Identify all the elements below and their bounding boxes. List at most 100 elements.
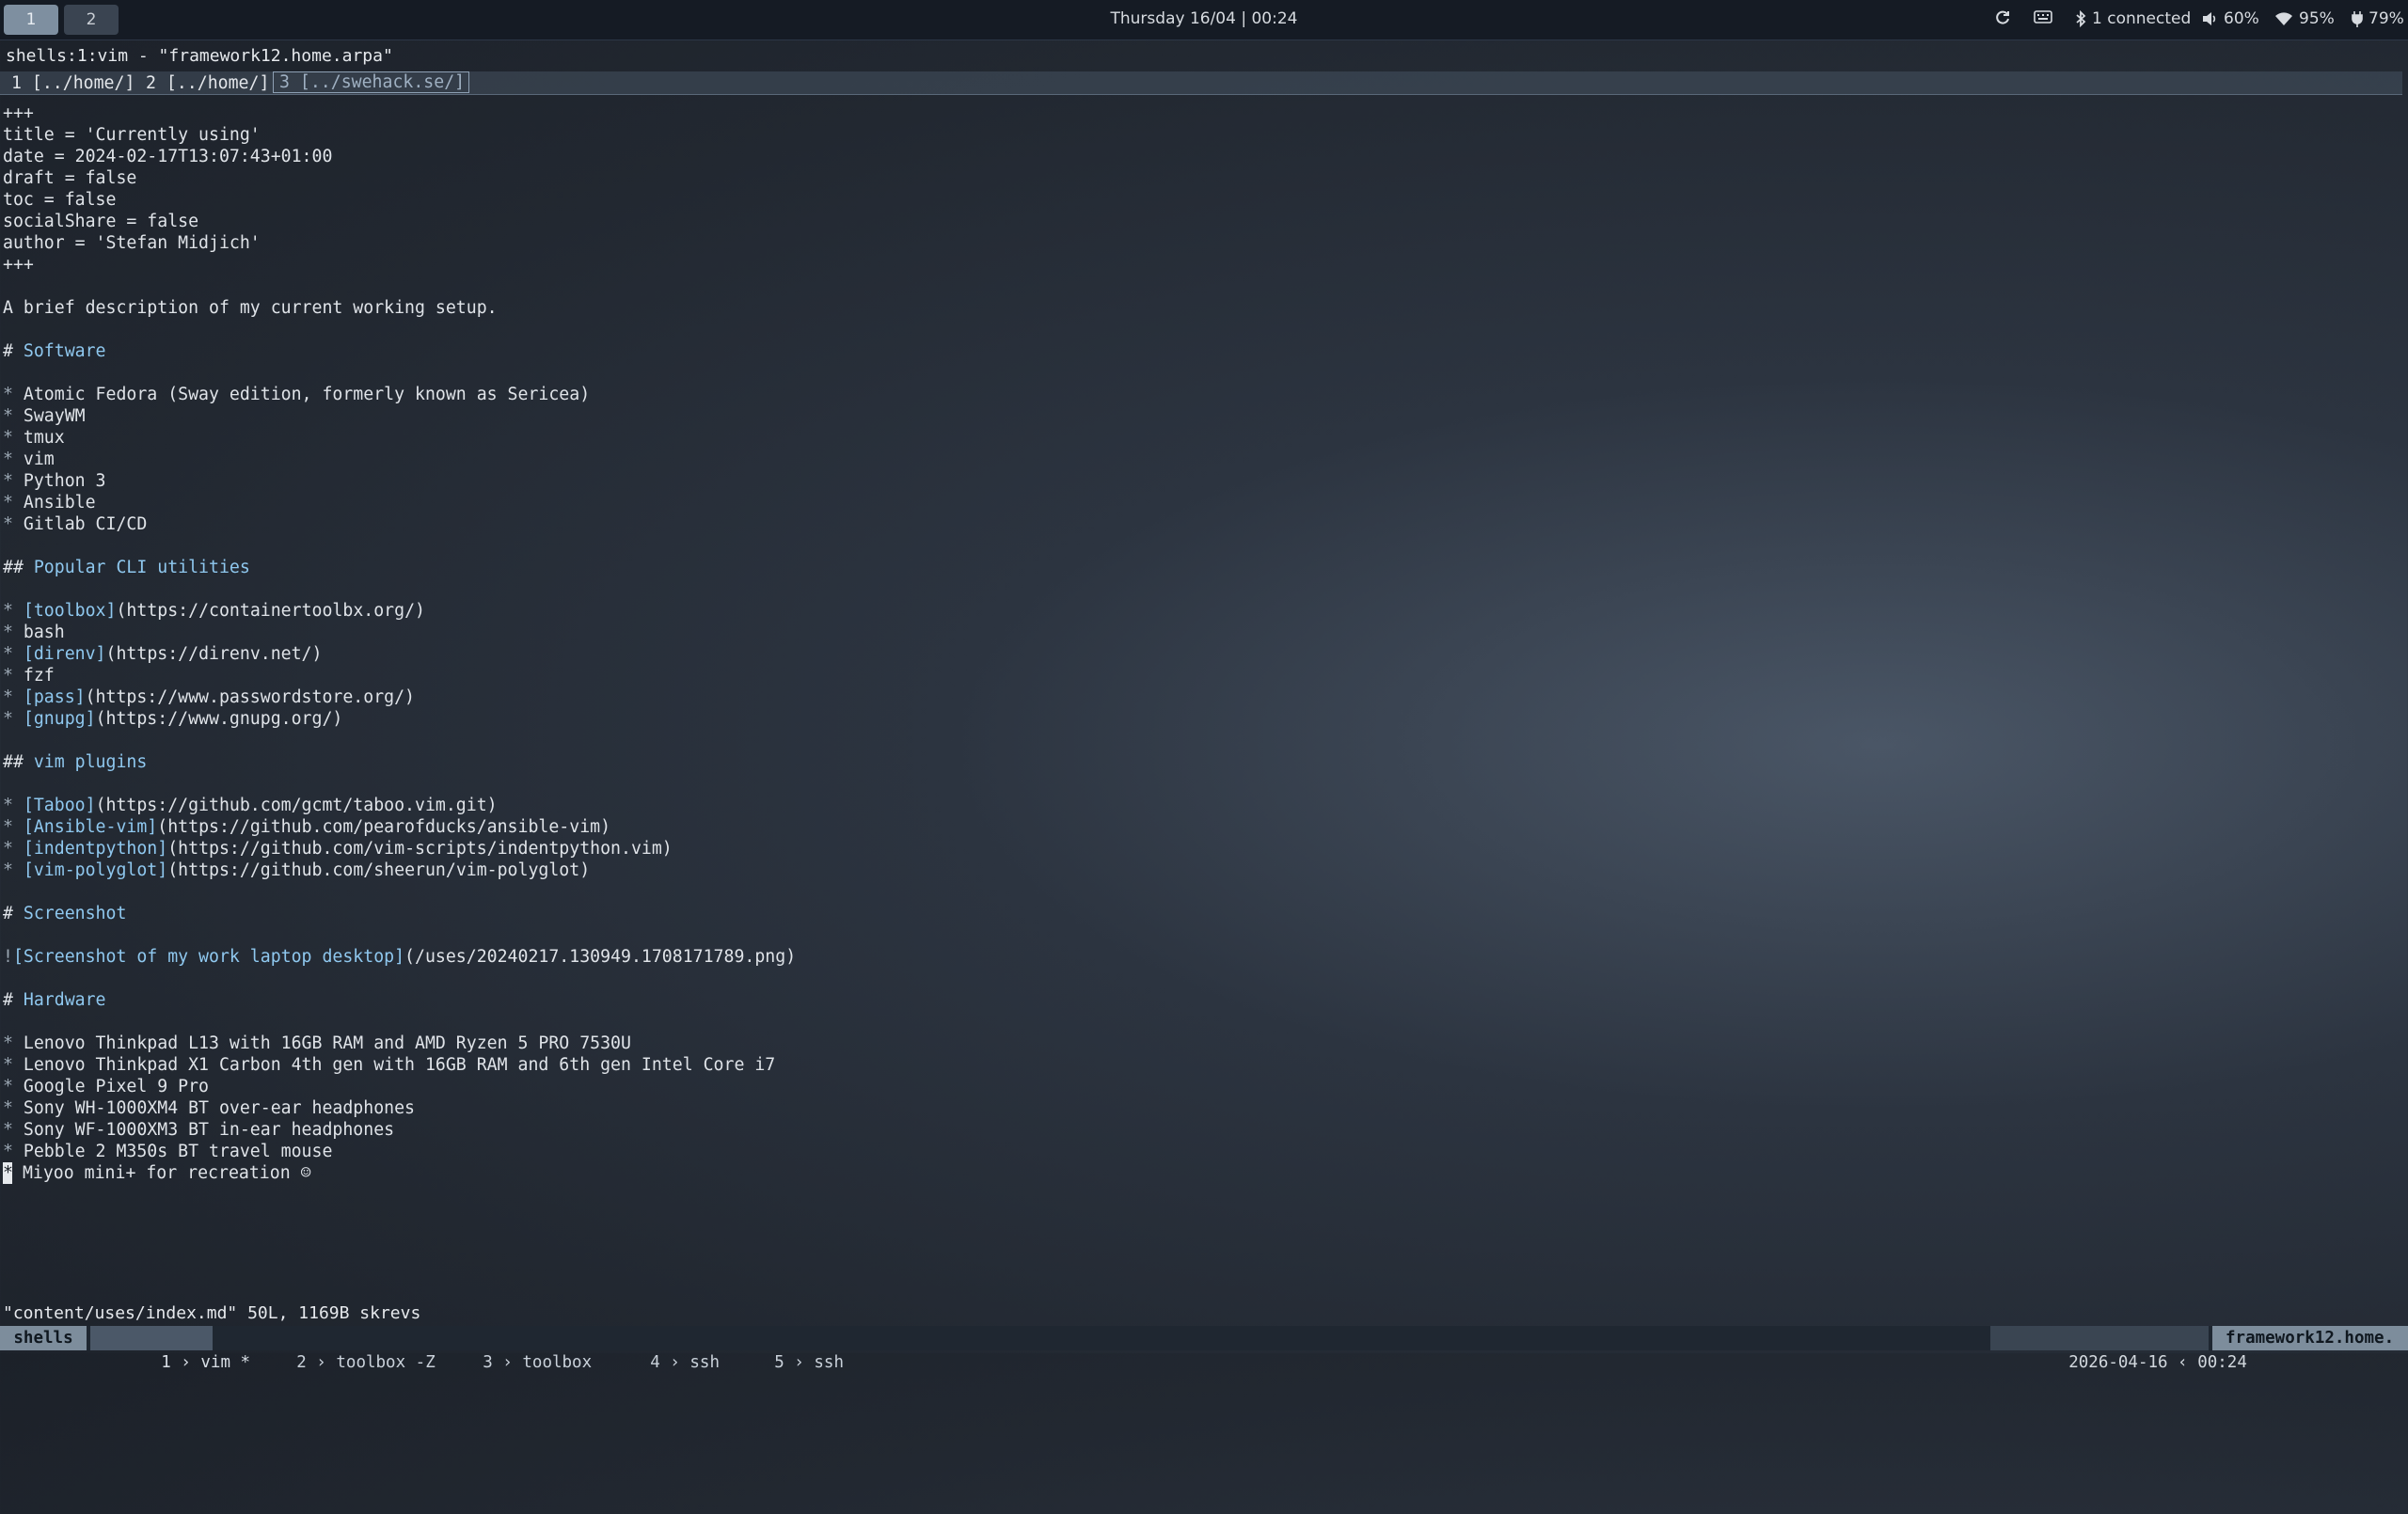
buffer-line[interactable]: +++: [3, 103, 796, 124]
tmux-window-4[interactable]: 4 › ssh: [591, 1326, 720, 1372]
buffer-line[interactable]: [3, 276, 796, 297]
buffer-line[interactable]: * [toolbox](https://containertoolbx.org/…: [3, 600, 796, 622]
buffer-line[interactable]: ![Screenshot of my work laptop desktop](…: [3, 946, 796, 968]
tmux-window-index: 3: [483, 1353, 493, 1372]
tmux-datetime: 2026-04-16 ‹ 00:24: [1990, 1326, 2247, 1372]
keyboard-indicator[interactable]: [2034, 9, 2052, 24]
tmux-window-index: 2: [296, 1353, 307, 1372]
wifi-icon: [2275, 12, 2292, 25]
vim-tab-2[interactable]: 2 [../home/]: [146, 73, 269, 93]
buffer-line[interactable]: * fzf: [3, 665, 796, 686]
buffer-line[interactable]: * Pebble 2 M350s BT travel mouse: [3, 1141, 796, 1162]
buffer-line[interactable]: * Google Pixel 9 Pro: [3, 1076, 796, 1097]
chevron-right-icon: ›: [492, 1353, 523, 1372]
keyboard-icon: [2034, 10, 2052, 24]
bluetooth-icon: [2076, 10, 2086, 27]
refresh-icon: [1996, 10, 2009, 24]
tmux-window-2[interactable]: 2 › toolbox -Z: [237, 1326, 436, 1372]
tmux-pane-title: shells:1:vim - "framework12.home.arpa": [6, 46, 393, 66]
tmux-window-index: 1: [161, 1353, 171, 1372]
vim-tab-3[interactable]: 3 [../swehack.se/]: [273, 71, 470, 93]
buffer-line[interactable]: * [Ansible-vim](https://github.com/pearo…: [3, 816, 796, 838]
bluetooth-status: 1 connected: [2092, 9, 2192, 28]
buffer-line[interactable]: +++: [3, 254, 796, 276]
vim-buffer[interactable]: +++ title = 'Currently using' date = 2024-…: [3, 103, 796, 1184]
tmux-window-1[interactable]: 1 › vim *: [90, 1326, 250, 1372]
tmux-date: 2026-04-16: [2068, 1353, 2168, 1372]
wifi-indicator[interactable]: 95%: [2274, 9, 2335, 28]
chevron-right-icon: ›: [784, 1353, 815, 1372]
vim-message-line: "content/uses/index.md" 50L, 1169B skrev…: [3, 1303, 421, 1323]
buffer-line[interactable]: [3, 578, 796, 600]
buffer-line[interactable]: * Lenovo Thinkpad L13 with 16GB RAM and …: [3, 1033, 796, 1054]
vim-tabline: 1 [../home/] 2 [../home/] 3 [../swehack.…: [0, 71, 2402, 95]
buffer-line[interactable]: [3, 924, 796, 946]
tmux-session-name: shells: [0, 1326, 87, 1350]
buffer-line[interactable]: [3, 881, 796, 903]
tmux-window-name: toolbox: [522, 1353, 593, 1372]
buffer-line[interactable]: draft = false: [3, 167, 796, 189]
buffer-line[interactable]: * Lenovo Thinkpad X1 Carbon 4th gen with…: [3, 1054, 796, 1076]
volume-level: 60%: [2224, 9, 2259, 28]
chevron-right-icon: ›: [659, 1353, 690, 1372]
buffer-line[interactable]: * Atomic Fedora (Sway edition, formerly …: [3, 384, 796, 405]
tmux-window-5[interactable]: 5 › ssh: [715, 1326, 844, 1372]
sync-indicator[interactable]: [1994, 9, 2011, 26]
battery-level: 79%: [2368, 9, 2404, 28]
bluetooth-indicator[interactable]: 1 connected: [2075, 9, 2191, 28]
buffer-line[interactable]: * [vim-polyglot](https://github.com/shee…: [3, 860, 796, 881]
buffer-line[interactable]: A brief description of my current workin…: [3, 297, 796, 319]
buffer-line[interactable]: title = 'Currently using': [3, 124, 796, 146]
buffer-line[interactable]: * [direnv](https://direnv.net/): [3, 643, 796, 665]
buffer-line[interactable]: * vim: [3, 449, 796, 470]
tmux-window-name: ssh: [814, 1353, 844, 1372]
chevron-right-icon: ›: [170, 1353, 201, 1372]
buffer-line[interactable]: * bash: [3, 622, 796, 643]
tmux-time: 00:24: [2197, 1353, 2247, 1372]
chevron-right-icon: ›: [306, 1353, 337, 1372]
buffer-line[interactable]: # Screenshot: [3, 903, 796, 924]
terminal-window[interactable]: shells:1:vim - "framework12.home.arpa" 1…: [0, 40, 2408, 1372]
buffer-line[interactable]: * [gnupg](https://www.gnupg.org/): [3, 708, 796, 730]
buffer-line[interactable]: * Sony WF-1000XM3 BT in-ear headphones: [3, 1119, 796, 1141]
buffer-line[interactable]: * Sony WH-1000XM4 BT over-ear headphones: [3, 1097, 796, 1119]
vim-tab-1[interactable]: 1 [../home/]: [11, 73, 135, 93]
sway-bar: 1 2 Thursday 16/04 | 00:24 1 connected 6…: [0, 0, 2408, 40]
buffer-line[interactable]: [3, 968, 796, 989]
wifi-strength: 95%: [2299, 9, 2335, 28]
buffer-line[interactable]: # Software: [3, 340, 796, 362]
buffer-line[interactable]: * Miyoo mini+ for recreation ☺: [3, 1162, 796, 1184]
buffer-line[interactable]: socialShare = false: [3, 211, 796, 232]
buffer-line[interactable]: * [pass](https://www.passwordstore.org/): [3, 686, 796, 708]
buffer-line[interactable]: author = 'Stefan Midjich': [3, 232, 796, 254]
tmux-hostname: framework12.home.: [2212, 1326, 2408, 1350]
buffer-line[interactable]: * Python 3: [3, 470, 796, 492]
buffer-line[interactable]: # Hardware: [3, 989, 796, 1011]
buffer-line[interactable]: [3, 535, 796, 557]
buffer-line[interactable]: ## vim plugins: [3, 751, 796, 773]
tmux-status-line: shells 1 › vim * 2 › toolbox -Z 3 › tool…: [0, 1326, 2408, 1372]
buffer-line[interactable]: date = 2024-02-17T13:07:43+01:00: [3, 146, 796, 167]
buffer-line[interactable]: ## Popular CLI utilities: [3, 557, 796, 578]
buffer-line[interactable]: [3, 773, 796, 795]
buffer-line[interactable]: [3, 1011, 796, 1033]
battery-indicator[interactable]: 79%: [2352, 9, 2404, 28]
buffer-line[interactable]: * [indentpython](https://github.com/vim-…: [3, 838, 796, 860]
buffer-line[interactable]: * tmux: [3, 427, 796, 449]
chevron-left-icon: ‹: [2167, 1353, 2198, 1372]
buffer-line[interactable]: * Ansible: [3, 492, 796, 513]
buffer-line[interactable]: * Gitlab CI/CD: [3, 513, 796, 535]
buffer-line[interactable]: * SwayWM: [3, 405, 796, 427]
volume-indicator[interactable]: 60%: [2201, 9, 2259, 28]
text-cursor: *: [3, 1162, 13, 1184]
buffer-line[interactable]: toc = false: [3, 189, 796, 211]
tmux-window-index: 5: [774, 1353, 784, 1372]
tmux-window-3[interactable]: 3 › toolbox: [423, 1326, 592, 1372]
buffer-line[interactable]: [3, 319, 796, 340]
battery-charging-icon: [2352, 11, 2363, 27]
speaker-icon: [2203, 12, 2216, 25]
tmux-window-name: toolbox -Z: [336, 1353, 436, 1372]
buffer-line[interactable]: [3, 730, 796, 751]
buffer-line[interactable]: * [Taboo](https://github.com/gcmt/taboo.…: [3, 795, 796, 816]
buffer-line[interactable]: [3, 362, 796, 384]
